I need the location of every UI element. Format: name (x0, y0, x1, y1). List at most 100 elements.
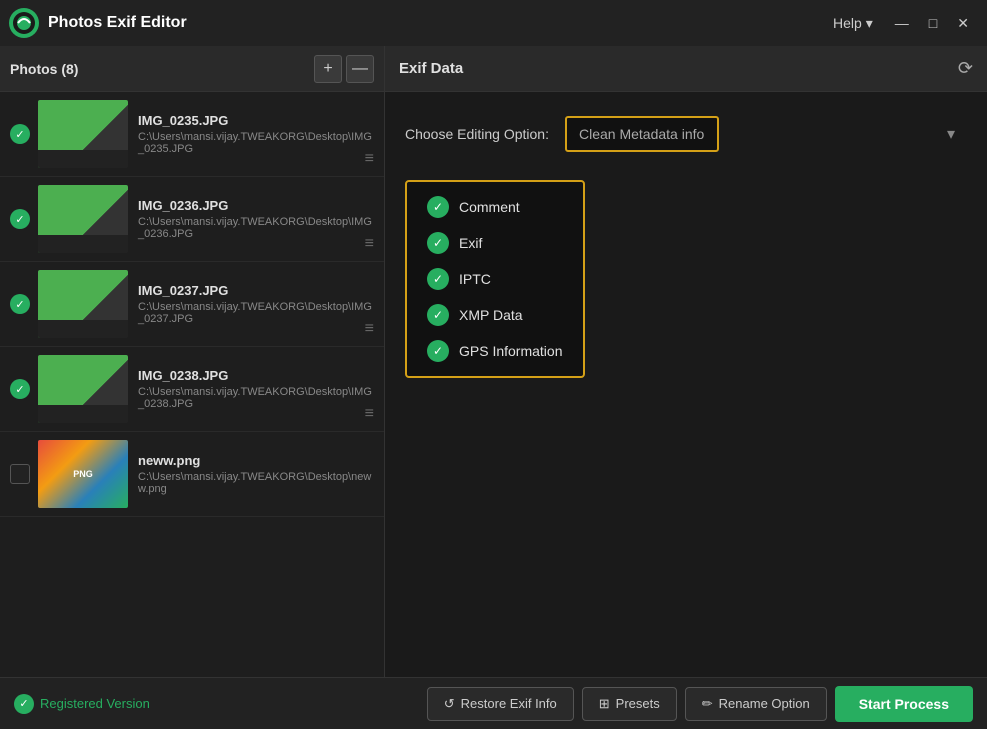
checkmark-icon: ✓ (10, 124, 30, 144)
right-content: Choose Editing Option: Clean Metadata in… (385, 92, 987, 677)
option-check-gps: ✓ (427, 340, 449, 362)
photo-path-1: C:\Users\mansi.vijay.TWEAKORG\Desktop\IM… (138, 131, 374, 155)
photo-path-4: C:\Users\mansi.vijay.TWEAKORG\Desktop\IM… (138, 386, 374, 410)
help-button[interactable]: Help ▾ (823, 11, 883, 36)
photo-info-3: IMG_0237.JPG C:\Users\mansi.vijay.TWEAKO… (138, 283, 374, 325)
left-panel: Photos (8) + — ✓ IMG_0235.JPG C:\Users\m… (0, 46, 385, 677)
option-check-exif: ✓ (427, 232, 449, 254)
registered-icon: ✓ (14, 694, 34, 714)
photo-name-1: IMG_0235.JPG (138, 113, 374, 128)
photo-info-4: IMG_0238.JPG C:\Users\mansi.vijay.TWEAKO… (138, 368, 374, 410)
presets-icon: ⊞ (599, 696, 610, 712)
photo-name-4: IMG_0238.JPG (138, 368, 374, 383)
option-label-iptc: IPTC (459, 271, 491, 287)
list-item[interactable]: ✓ IMG_0237.JPG C:\Users\mansi.vijay.TWEA… (0, 262, 384, 347)
bottom-bar: ✓ Registered Version ↺ Restore Exif Info… (0, 677, 987, 729)
presets-button[interactable]: ⊞ Presets (582, 687, 677, 721)
minimize-button[interactable]: — (887, 11, 917, 35)
option-comment[interactable]: ✓ Comment (427, 196, 563, 218)
right-panel: Exif Data ⟳ Choose Editing Option: Clean… (385, 46, 987, 677)
restore-label: Restore Exif Info (461, 696, 557, 711)
photos-actions: + — (314, 55, 374, 83)
photo-thumbnail-1 (38, 100, 128, 168)
option-label-exif: Exif (459, 235, 482, 251)
checkmark-icon: ✓ (10, 209, 30, 229)
add-photo-button[interactable]: + (314, 55, 342, 83)
photo-name-5: neww.png (138, 453, 374, 468)
list-item[interactable]: ✓ IMG_0235.JPG C:\Users\mansi.vijay.TWEA… (0, 92, 384, 177)
start-process-button[interactable]: Start Process (835, 686, 973, 722)
photo-thumbnail-2 (38, 185, 128, 253)
photos-header: Photos (8) + — (0, 46, 384, 92)
photo-thumbnail-4 (38, 355, 128, 423)
help-chevron-icon: ▾ (866, 15, 873, 32)
remove-photo-button[interactable]: — (346, 55, 374, 83)
app-title: Photos Exif Editor (48, 14, 187, 32)
editing-option-select[interactable]: Clean Metadata info Edit Exif Data Copy … (565, 116, 719, 152)
title-bar-left: Photos Exif Editor (8, 7, 187, 39)
maximize-button[interactable]: □ (921, 11, 945, 35)
rename-icon: ✏ (702, 696, 713, 712)
title-bar-right: Help ▾ — □ ✕ (823, 11, 977, 36)
checkmark-icon: ✓ (10, 379, 30, 399)
option-label-gps: GPS Information (459, 343, 563, 359)
app-logo (8, 7, 40, 39)
restore-exif-button[interactable]: ↺ Restore Exif Info (427, 687, 574, 721)
title-bar: Photos Exif Editor Help ▾ — □ ✕ (0, 0, 987, 46)
exif-title: Exif Data (399, 60, 463, 77)
rename-option-button[interactable]: ✏ Rename Option (685, 687, 827, 721)
photo-info-5: neww.png C:\Users\mansi.vijay.TWEAKORG\D… (138, 453, 374, 495)
editing-option-wrapper: Clean Metadata info Edit Exif Data Copy … (565, 116, 967, 152)
photo-path-5: C:\Users\mansi.vijay.TWEAKORG\Desktop\ne… (138, 471, 374, 495)
bottom-actions: ↺ Restore Exif Info ⊞ Presets ✏ Rename O… (427, 686, 973, 722)
registered-label: Registered Version (40, 696, 150, 711)
option-check-iptc: ✓ (427, 268, 449, 290)
photo-name-3: IMG_0237.JPG (138, 283, 374, 298)
unchecked-box (10, 464, 30, 484)
rename-label: Rename Option (719, 696, 810, 711)
photos-count: Photos (8) (10, 61, 78, 77)
photo-menu-icon-2[interactable]: ≡ (365, 235, 374, 253)
photo-info-1: IMG_0235.JPG C:\Users\mansi.vijay.TWEAKO… (138, 113, 374, 155)
refresh-button[interactable]: ⟳ (958, 58, 973, 79)
list-item[interactable]: PNG neww.png C:\Users\mansi.vijay.TWEAKO… (0, 432, 384, 517)
editing-option-label: Choose Editing Option: (405, 126, 549, 142)
option-check-comment: ✓ (427, 196, 449, 218)
option-check-xmp: ✓ (427, 304, 449, 326)
photo-path-2: C:\Users\mansi.vijay.TWEAKORG\Desktop\IM… (138, 216, 374, 240)
option-xmp[interactable]: ✓ XMP Data (427, 304, 563, 326)
photo-menu-icon-3[interactable]: ≡ (365, 320, 374, 338)
option-exif[interactable]: ✓ Exif (427, 232, 563, 254)
photo-checkbox-3[interactable]: ✓ (10, 294, 30, 314)
help-label: Help (833, 15, 862, 31)
editing-option-row: Choose Editing Option: Clean Metadata in… (405, 116, 967, 152)
option-iptc[interactable]: ✓ IPTC (427, 268, 563, 290)
exif-header: Exif Data ⟳ (385, 46, 987, 92)
option-label-comment: Comment (459, 199, 520, 215)
photo-checkbox-5[interactable] (10, 464, 30, 484)
photo-checkbox-2[interactable]: ✓ (10, 209, 30, 229)
photo-name-2: IMG_0236.JPG (138, 198, 374, 213)
list-item[interactable]: ✓ IMG_0236.JPG C:\Users\mansi.vijay.TWEA… (0, 177, 384, 262)
colorful-thumb: PNG (38, 440, 128, 508)
presets-label: Presets (616, 696, 660, 711)
photo-thumbnail-5: PNG (38, 440, 128, 508)
photo-info-2: IMG_0236.JPG C:\Users\mansi.vijay.TWEAKO… (138, 198, 374, 240)
close-button[interactable]: ✕ (949, 11, 977, 36)
clean-options-panel: ✓ Comment ✓ Exif ✓ IPTC ✓ XMP Data ✓ (405, 180, 585, 378)
photo-menu-icon-4[interactable]: ≡ (365, 405, 374, 423)
photo-path-3: C:\Users\mansi.vijay.TWEAKORG\Desktop\IM… (138, 301, 374, 325)
select-arrow-icon: ▾ (947, 124, 955, 144)
main-area: Photos (8) + — ✓ IMG_0235.JPG C:\Users\m… (0, 46, 987, 677)
photo-checkbox-1[interactable]: ✓ (10, 124, 30, 144)
restore-icon: ↺ (444, 696, 455, 712)
photo-menu-icon-1[interactable]: ≡ (365, 150, 374, 168)
option-gps[interactable]: ✓ GPS Information (427, 340, 563, 362)
list-item[interactable]: ✓ IMG_0238.JPG C:\Users\mansi.vijay.TWEA… (0, 347, 384, 432)
photo-thumbnail-3 (38, 270, 128, 338)
registered-badge: ✓ Registered Version (14, 694, 150, 714)
photo-list: ✓ IMG_0235.JPG C:\Users\mansi.vijay.TWEA… (0, 92, 384, 677)
option-label-xmp: XMP Data (459, 307, 523, 323)
photo-checkbox-4[interactable]: ✓ (10, 379, 30, 399)
checkmark-icon: ✓ (10, 294, 30, 314)
